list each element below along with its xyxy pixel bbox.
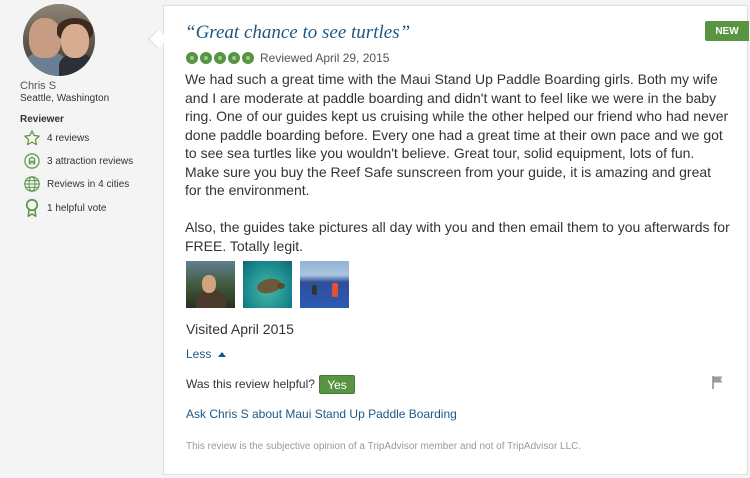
avatar[interactable] xyxy=(23,4,95,76)
badge-label: 3 attraction reviews xyxy=(47,155,134,167)
visited-date: Visited April 2015 xyxy=(186,321,294,337)
globe-icon xyxy=(22,174,42,194)
review-body: We had such a great time with the Maui S… xyxy=(185,70,730,255)
reviewer-level-label: Reviewer xyxy=(20,114,64,125)
rating-bubble xyxy=(242,52,254,64)
badge-label: 4 reviews xyxy=(47,132,90,144)
badge-cities: Reviews in 4 cities xyxy=(22,174,129,194)
star-outline-icon xyxy=(22,128,42,148)
disclaimer: This review is the subjective opinion of… xyxy=(186,441,582,452)
review-photo-thumbnail[interactable] xyxy=(243,261,292,308)
review-photo-thumbnail[interactable] xyxy=(186,261,235,308)
member-panel: Chris S Seattle, Washington Reviewer 4 r… xyxy=(0,0,163,478)
member-name[interactable]: Chris S xyxy=(20,80,56,92)
review-photo-thumbnail[interactable] xyxy=(300,261,349,308)
caret-up-icon xyxy=(218,351,227,357)
member-location: Seattle, Washington xyxy=(20,93,110,104)
review-title[interactable]: “Great chance to see turtles” xyxy=(185,22,410,44)
helpful-yes-button[interactable]: Yes xyxy=(319,375,355,394)
new-badge: NEW xyxy=(705,21,749,41)
less-label: Less xyxy=(186,347,212,361)
less-toggle[interactable]: Less xyxy=(186,347,227,361)
attraction-icon xyxy=(22,151,42,171)
ask-reviewer-link[interactable]: Ask Chris S about Maui Stand Up Paddle B… xyxy=(186,407,457,421)
rating-bubble xyxy=(228,52,240,64)
rating-bubble xyxy=(200,52,212,64)
badge-attraction-reviews: 3 attraction reviews xyxy=(22,151,133,171)
rating-bubble xyxy=(214,52,226,64)
badge-reviews: 4 reviews xyxy=(22,128,89,148)
badge-label: Reviews in 4 cities xyxy=(47,178,130,190)
review-paragraph: We had such a great time with the Maui S… xyxy=(185,71,729,198)
badge-label: 1 helpful vote xyxy=(47,202,107,214)
badge-helpful-votes: 1 helpful vote xyxy=(22,198,107,218)
flag-icon[interactable] xyxy=(711,375,725,389)
review-date: Reviewed April 29, 2015 xyxy=(260,51,390,65)
helpful-question: Was this review helpful? xyxy=(186,377,315,391)
ribbon-icon xyxy=(22,198,42,218)
review-photos xyxy=(186,261,357,308)
rating-bubble xyxy=(186,52,198,64)
rating-row: Reviewed April 29, 2015 xyxy=(186,51,389,65)
review-paragraph: Also, the guides take pictures all day w… xyxy=(185,219,730,254)
